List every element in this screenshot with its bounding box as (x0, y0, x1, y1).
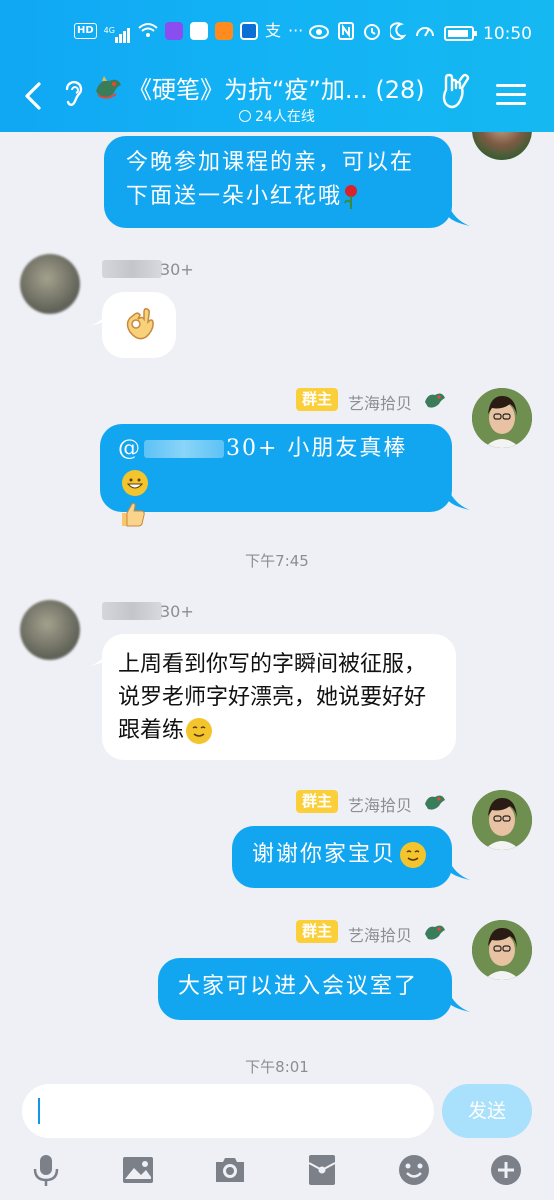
sender-name: 艺海拾贝 (348, 796, 413, 815)
message-bubble[interactable]: 上周看到你写的字瞬间被征服，说罗老师字好漂亮，她说要好好跟着练 (102, 634, 456, 760)
sender-name-suffix: 30+ (160, 260, 194, 279)
hd-icon: HD (74, 23, 97, 39)
message-bubble[interactable]: 大家可以进入会议室了 (158, 958, 452, 1020)
player-app-icon (214, 22, 233, 40)
group-owner-badge: 群主 (296, 920, 339, 943)
battery-icon (444, 26, 477, 41)
moon-icon (388, 22, 407, 45)
network-label: 4G (103, 26, 115, 35)
chat-title: 《硬笔》为抗“疫”加... (28) (128, 76, 425, 104)
message-input[interactable] (22, 1084, 434, 1138)
bubble-tail (448, 204, 470, 226)
ear-icon[interactable] (62, 78, 84, 108)
message-bubble[interactable] (102, 292, 176, 358)
message-text: 谢谢你家宝贝 (252, 842, 397, 867)
bubble-tail (448, 858, 470, 880)
member-level-icon (425, 925, 445, 940)
group-dragon-icon (96, 75, 121, 99)
mic-icon (33, 1155, 59, 1186)
input-bar: 发送 (0, 1078, 554, 1200)
bubble-tail (448, 990, 470, 1012)
owner-avatar[interactable] (472, 920, 532, 980)
speed-icon (415, 22, 435, 45)
chat-header: 《硬笔》为抗“疫”加... (28) 24人在线 (0, 66, 554, 132)
online-clock-icon (239, 110, 251, 122)
rose-icon (344, 185, 358, 209)
bubble-tail (448, 488, 470, 510)
sender-name-blurred (102, 260, 162, 278)
input-toolbar (0, 1150, 554, 1194)
message-bubble[interactable]: 今晚参加课程的亲，可以在下面送一朵小红花哦 (104, 136, 452, 228)
owner-avatar[interactable] (472, 132, 532, 160)
smile-emoji-icon (186, 718, 213, 744)
alarm-icon (363, 22, 381, 45)
plus-icon (491, 1155, 521, 1185)
emoji-icon (399, 1155, 429, 1185)
sender-name: 艺海拾贝 (348, 926, 413, 945)
timestamp: 下午8:01 (245, 1058, 309, 1076)
top-bar: HD 4G 支 ··· 10:50 《硬笔》为抗“疫”加... (28) 24人… (0, 0, 554, 132)
signal-icon: 4G (103, 22, 131, 43)
message-text: 今晚参加课程的亲，可以在下面送一朵小红花哦 (126, 150, 415, 209)
voice-button[interactable] (26, 1150, 66, 1190)
mention-name-blurred (144, 440, 224, 458)
back-button[interactable] (16, 76, 50, 116)
owner-avatar[interactable] (472, 790, 532, 850)
status-time: 10:50 (483, 23, 532, 44)
browser-app-icon (239, 22, 258, 40)
member-avatar[interactable] (20, 600, 80, 660)
wifi-icon (138, 22, 158, 40)
sender-name-blurred (102, 602, 162, 620)
message-bubble[interactable]: @30+ 小朋友真棒 (100, 424, 452, 527)
ok-hand-emoji-icon (126, 308, 154, 340)
chat-title-area[interactable]: 《硬笔》为抗“疫”加... (28) 24人在线 (94, 70, 434, 128)
sender-name: 艺海拾贝 (348, 394, 413, 413)
camera-icon (216, 1158, 244, 1182)
group-owner-badge: 群主 (296, 388, 339, 411)
menu-button[interactable] (496, 78, 526, 108)
chat-messages: 今晚参加课程的亲，可以在下面送一朵小红花哦 30+ 群主 艺海拾贝 @30+ 小… (0, 132, 554, 1078)
online-count: 24人在线 (255, 109, 315, 125)
online-status: 24人在线 (239, 106, 315, 126)
thumbs-up-emoji-icon (122, 502, 145, 527)
mention-prefix: @ (118, 436, 142, 461)
smile-emoji-icon (400, 842, 427, 868)
video-app-icon (164, 22, 183, 40)
camera-button[interactable] (210, 1150, 250, 1190)
message-text: 大家可以进入会议室了 (178, 974, 419, 999)
member-level-icon (425, 795, 445, 810)
group-owner-badge: 群主 (296, 790, 339, 813)
nfc-icon (338, 22, 354, 45)
status-bar: HD 4G 支 ··· 10:50 (0, 0, 554, 66)
member-avatar[interactable] (20, 254, 80, 314)
red-packet-button[interactable] (302, 1150, 342, 1190)
grin-emoji-icon (122, 470, 148, 496)
image-icon (123, 1157, 153, 1183)
alipay-icon: 支 (264, 21, 281, 40)
owner-avatar[interactable] (472, 388, 532, 448)
message-text: 30+ 小朋友真棒 (226, 436, 408, 461)
chevron-left-icon (25, 82, 41, 110)
love-hand-icon[interactable] (440, 72, 472, 112)
emoji-button[interactable] (394, 1150, 434, 1190)
timestamp: 下午7:45 (245, 552, 309, 570)
more-button[interactable] (486, 1150, 526, 1190)
red-packet-icon (308, 1155, 336, 1185)
message-bubble[interactable]: 谢谢你家宝贝 (232, 826, 452, 888)
baidu-icon (189, 22, 208, 40)
photo-button[interactable] (118, 1150, 158, 1190)
eye-comfort-icon (309, 24, 329, 44)
text-caret (38, 1098, 40, 1124)
send-button[interactable]: 发送 (442, 1084, 532, 1138)
sender-name-suffix: 30+ (160, 602, 194, 621)
member-level-icon (425, 393, 445, 408)
more-notifications-icon: ··· (287, 21, 304, 40)
message-text: 上周看到你写的字瞬间被征服，说罗老师字好漂亮，她说要好好跟着练 (118, 652, 427, 743)
